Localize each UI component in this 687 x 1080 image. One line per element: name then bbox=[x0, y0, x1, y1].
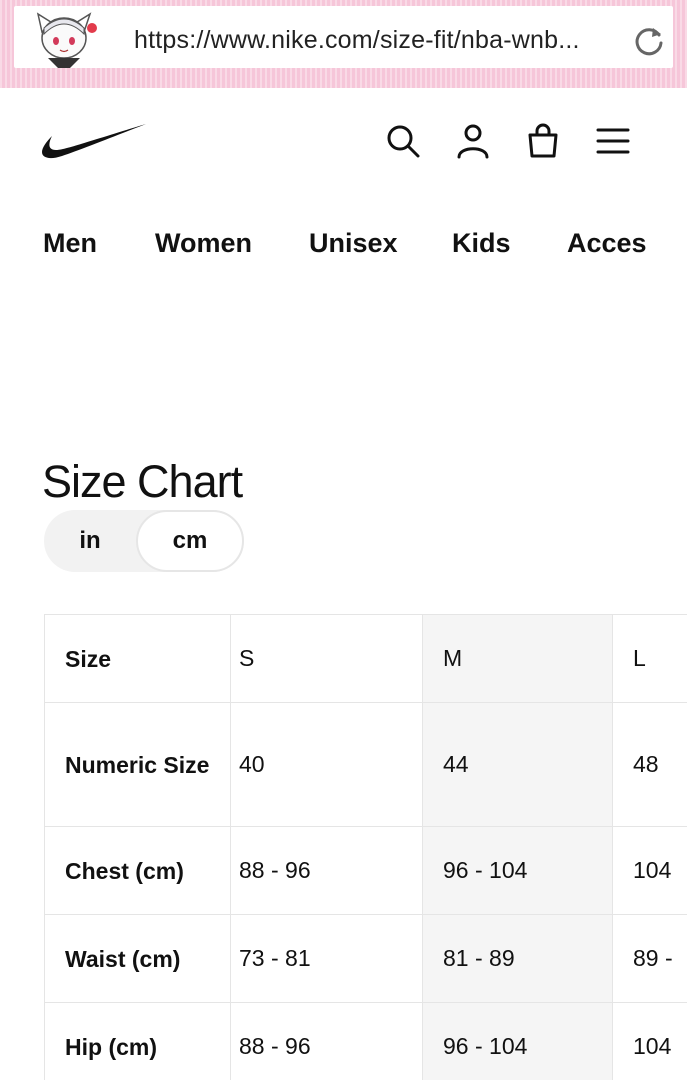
size-s-header: S bbox=[230, 614, 423, 703]
size-chart-table: Size S M L Numeric Size 40 44 48 Chest (… bbox=[44, 614, 687, 1080]
table-row: Hip (cm) 88 - 96 96 - 104 104 bbox=[44, 1002, 687, 1080]
anime-avatar-icon bbox=[36, 12, 97, 68]
table-row: Waist (cm) 73 - 81 81 - 89 89 - bbox=[44, 914, 687, 1003]
size-l-header: L bbox=[612, 614, 687, 703]
table-cell: 104 bbox=[612, 1002, 687, 1080]
unit-toggle: in cm bbox=[44, 510, 244, 572]
nike-swoosh-icon[interactable] bbox=[40, 120, 148, 164]
row-label: Chest (cm) bbox=[44, 826, 231, 915]
category-nav: Men Women Unisex Kids Acces bbox=[0, 228, 687, 268]
address-bar[interactable]: https://www.nike.com/size-fit/nba-wnb... bbox=[14, 6, 673, 68]
browser-address-frame: https://www.nike.com/size-fit/nba-wnb... bbox=[0, 0, 687, 88]
table-cell: 44 bbox=[422, 702, 613, 827]
page-title: Size Chart bbox=[42, 456, 243, 507]
table-cell: 88 - 96 bbox=[230, 1002, 423, 1080]
menu-icon[interactable] bbox=[594, 122, 632, 160]
row-label: Hip (cm) bbox=[44, 1002, 231, 1080]
bag-icon[interactable] bbox=[524, 122, 562, 160]
table-cell: 73 - 81 bbox=[230, 914, 423, 1003]
table-cell: 96 - 104 bbox=[422, 826, 613, 915]
table-cell: 104 bbox=[612, 826, 687, 915]
row-label: Size bbox=[44, 614, 231, 703]
reload-icon[interactable] bbox=[632, 24, 666, 58]
table-cell: 88 - 96 bbox=[230, 826, 423, 915]
category-kids[interactable]: Kids bbox=[452, 228, 511, 259]
search-icon[interactable] bbox=[384, 122, 422, 160]
unit-option-in[interactable]: in bbox=[44, 510, 136, 572]
url-text[interactable]: https://www.nike.com/size-fit/nba-wnb... bbox=[134, 26, 580, 55]
size-m-header: M bbox=[422, 614, 613, 703]
user-icon[interactable] bbox=[454, 122, 492, 160]
category-men[interactable]: Men bbox=[43, 228, 97, 259]
category-unisex[interactable]: Unisex bbox=[309, 228, 398, 259]
table-row: Chest (cm) 88 - 96 96 - 104 104 bbox=[44, 826, 687, 915]
category-women[interactable]: Women bbox=[155, 228, 252, 259]
table-cell: 48 bbox=[612, 702, 687, 827]
table-cell: 81 - 89 bbox=[422, 914, 613, 1003]
table-cell: 96 - 104 bbox=[422, 1002, 613, 1080]
table-cell: 40 bbox=[230, 702, 423, 827]
row-label: Waist (cm) bbox=[44, 914, 231, 1003]
table-cell: 89 - bbox=[612, 914, 687, 1003]
category-accessories[interactable]: Acces bbox=[567, 228, 647, 259]
table-row: Numeric Size 40 44 48 bbox=[44, 702, 687, 827]
unit-option-cm[interactable]: cm bbox=[136, 510, 244, 572]
row-label: Numeric Size bbox=[44, 702, 231, 827]
table-header-row: Size S M L bbox=[44, 614, 687, 703]
